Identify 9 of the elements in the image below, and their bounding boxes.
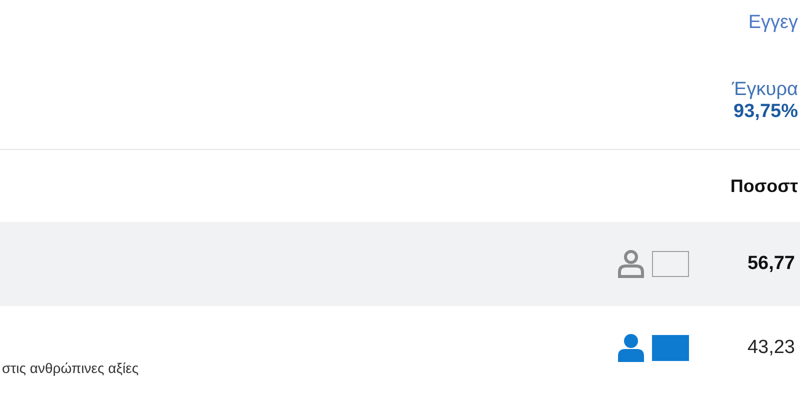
valid-label: Έγκυρα bbox=[730, 78, 799, 101]
color-swatch bbox=[652, 335, 689, 361]
row-subtitle: στις ανθρώπινες αξίες bbox=[2, 360, 139, 376]
registered-label: Εγγεγ bbox=[747, 11, 799, 34]
percent-value: 43,23 bbox=[747, 337, 795, 359]
valid-percent: 93,75% bbox=[732, 101, 799, 123]
color-swatch bbox=[652, 251, 689, 277]
column-header: Ποσοστ bbox=[730, 176, 798, 196]
percent-value: 56,77 bbox=[747, 253, 795, 275]
